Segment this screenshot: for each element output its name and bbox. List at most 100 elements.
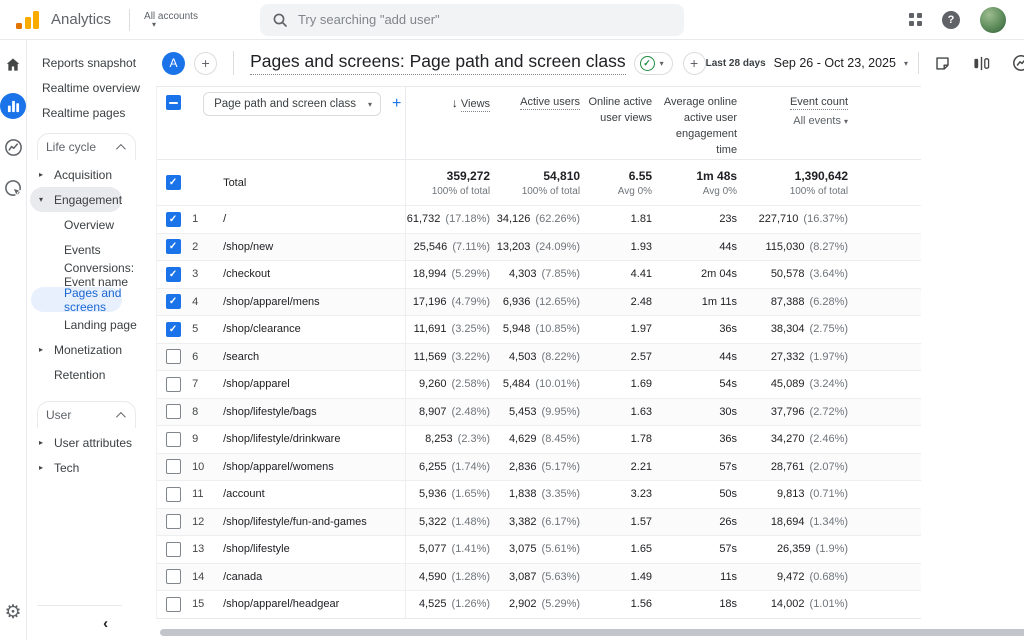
sidebar-item-realtime-pages[interactable]: Realtime pages — [27, 100, 146, 125]
select-all-checkbox[interactable] — [166, 95, 181, 110]
row-checkbox[interactable] — [166, 322, 181, 337]
time-value: 30s — [719, 406, 737, 418]
time-value: 26s — [719, 516, 737, 528]
row-path: /account — [215, 481, 406, 508]
oauv-value: 1.97 — [631, 323, 652, 335]
oauv-value: 1.65 — [631, 543, 652, 555]
sidebar-item-retention[interactable]: Retention — [27, 362, 146, 387]
sidebar-item-pages-and-screens[interactable]: Pages and screens — [31, 287, 122, 312]
home-icon[interactable] — [0, 52, 26, 78]
sidebar-item-engagement[interactable]: ▾ Engagement — [30, 187, 122, 212]
sidebar-item-realtime-overview[interactable]: Realtime overview — [27, 75, 146, 100]
table-row: 2 /shop/new 25,546 (7.11%) 13,203 (24.09… — [157, 233, 921, 261]
dimension-selector[interactable]: Page path and screen class ▾ — [203, 92, 381, 116]
add-report-button[interactable]: + — [194, 52, 217, 75]
events-value: 28,761 — [771, 461, 805, 473]
column-header-views[interactable]: ↓Views — [406, 87, 492, 159]
column-header-online-active-user-views[interactable]: Online active user views — [582, 87, 654, 159]
row-checkbox[interactable] — [166, 597, 181, 612]
sidebar-item-monetization[interactable]: ▸ Monetization — [27, 337, 146, 362]
row-checkbox[interactable] — [166, 542, 181, 557]
row-checkbox[interactable] — [166, 377, 181, 392]
views-pct: (2.3%) — [458, 433, 490, 445]
apps-grid-icon[interactable] — [909, 13, 922, 26]
analytics-logo-icon — [16, 11, 39, 29]
property-avatar[interactable]: A — [162, 52, 185, 75]
check-circle-icon: ✓ — [640, 56, 655, 71]
search-input[interactable] — [298, 12, 672, 27]
row-checkbox[interactable] — [166, 212, 181, 227]
events-value: 38,304 — [771, 323, 805, 335]
column-label: Online active user views — [588, 96, 652, 124]
reports-icon[interactable] — [0, 93, 26, 119]
total-time: 1m 48s — [654, 169, 737, 183]
saved-state-badge[interactable]: ✓ ▾ — [634, 52, 673, 75]
row-checkbox[interactable] — [166, 432, 181, 447]
events-pct: (1.9%) — [816, 543, 848, 555]
triangle-right-icon: ▸ — [39, 463, 47, 472]
row-checkbox[interactable] — [166, 487, 181, 502]
users-pct: (10.85%) — [535, 323, 580, 335]
sidebar-item-tech[interactable]: ▸ Tech — [27, 455, 146, 480]
sidebar-item-overview[interactable]: Overview — [27, 212, 146, 237]
insights-icon[interactable] — [1011, 53, 1024, 73]
row-checkbox[interactable] — [166, 459, 181, 474]
top-app-bar: Analytics All accounts ▾ ? — [0, 0, 1024, 40]
total-checkbox[interactable] — [166, 175, 181, 190]
avatar[interactable] — [980, 7, 1006, 33]
row-checkbox[interactable] — [166, 294, 181, 309]
events-value: 45,089 — [771, 378, 805, 390]
collapse-sidebar-icon[interactable]: ‹ — [103, 615, 108, 632]
sidebar-item-events[interactable]: Events — [27, 237, 146, 262]
row-checkbox[interactable] — [166, 514, 181, 529]
events-value: 9,813 — [777, 488, 805, 500]
row-checkbox[interactable] — [166, 267, 181, 282]
column-header-active-users[interactable]: Active users — [492, 87, 582, 159]
row-checkbox[interactable] — [166, 349, 181, 364]
row-path: /shop/apparel — [215, 371, 406, 398]
events-pct: (1.01%) — [810, 598, 849, 610]
oauv-value: 1.56 — [631, 598, 652, 610]
table-row: 9 /shop/lifestyle/drinkware 8,253 (2.3%)… — [157, 425, 921, 453]
sidebar-item-landing-page[interactable]: Landing page — [27, 312, 146, 337]
report-title[interactable]: Pages and screens: Page path and screen … — [250, 51, 626, 75]
row-index: 15 — [189, 598, 215, 610]
column-label: Views — [461, 98, 490, 112]
account-switcher[interactable]: All accounts ▾ — [144, 11, 198, 28]
views-pct: (3.25%) — [452, 323, 491, 335]
explore-icon[interactable] — [0, 134, 26, 160]
section-life-cycle[interactable]: Life cycle — [37, 133, 136, 160]
column-header-event-count[interactable]: Event count All events ▾ — [739, 87, 850, 159]
date-range-selector[interactable]: Sep 26 - Oct 23, 2025 — [774, 56, 896, 70]
sidebar-item-reports-snapshot[interactable]: Reports snapshot — [27, 50, 146, 75]
row-checkbox[interactable] — [166, 239, 181, 254]
brand-title: Analytics — [51, 11, 111, 28]
section-user[interactable]: User — [37, 401, 136, 428]
oauv-value: 1.78 — [631, 433, 652, 445]
help-icon[interactable]: ? — [942, 11, 960, 29]
feedback-note-icon[interactable] — [933, 53, 953, 73]
sidebar-item-acquisition[interactable]: ▸ Acquisition — [27, 162, 146, 187]
events-value: 227,710 — [759, 213, 799, 225]
sidebar-item-conversions[interactable]: Conversions: Event name — [27, 262, 146, 287]
event-filter-dropdown[interactable]: All events ▾ — [739, 114, 848, 130]
time-value: 36s — [719, 323, 737, 335]
row-checkbox[interactable] — [166, 404, 181, 419]
events-pct: (1.97%) — [810, 351, 849, 363]
sidebar-item-user-attributes[interactable]: ▸ User attributes — [27, 430, 146, 455]
sidebar-item-label: Realtime pages — [42, 106, 125, 120]
admin-gear-icon[interactable]: ⚙ — [4, 601, 21, 624]
row-checkbox[interactable] — [166, 569, 181, 584]
users-value: 4,503 — [509, 351, 537, 363]
column-header-avg-engagement-time[interactable]: Average online active user engagement ti… — [654, 87, 739, 159]
advertising-icon[interactable] — [0, 175, 26, 201]
oauv-value: 2.21 — [631, 461, 652, 473]
views-value: 5,936 — [419, 488, 447, 500]
users-value: 13,203 — [497, 241, 531, 253]
edit-comparisons-icon[interactable] — [972, 53, 992, 73]
global-search[interactable] — [260, 4, 684, 36]
add-comparison-button[interactable]: + — [683, 52, 706, 75]
horizontal-scrollbar[interactable] — [160, 629, 1024, 636]
total-label: Total — [215, 160, 406, 205]
add-dimension-icon[interactable]: + — [392, 96, 401, 112]
